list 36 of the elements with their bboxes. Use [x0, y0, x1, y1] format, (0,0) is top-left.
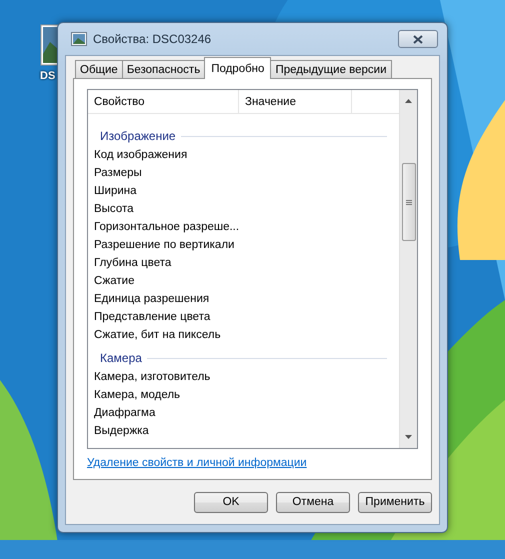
group-header[interactable]: Камера	[100, 351, 142, 365]
desktop-icon-label[interactable]: DS	[40, 70, 56, 82]
property-name[interactable]: Единица разрешения	[94, 290, 399, 308]
remove-properties-link[interactable]: Удаление свойств и личной информации	[87, 457, 307, 469]
property-name[interactable]: Размеры	[94, 164, 399, 182]
property-name[interactable]: Выдержка	[94, 422, 399, 440]
scroll-up-icon[interactable]	[405, 99, 412, 103]
property-name[interactable]: Сжатие, бит на пиксель	[94, 326, 399, 344]
close-icon	[413, 34, 423, 44]
property-name[interactable]: Высота	[94, 200, 399, 218]
property-name[interactable]: Ширина	[94, 182, 399, 200]
group-header[interactable]: Изображение	[100, 129, 176, 143]
scrollbar[interactable]	[399, 90, 417, 448]
property-name[interactable]: Сжатие	[94, 272, 399, 290]
column-header[interactable]: Значение	[239, 90, 352, 113]
property-name[interactable]: Разрешение по вертикали	[94, 236, 399, 254]
window-title: Свойства: DSC03246	[93, 32, 212, 46]
property-name[interactable]: Код изображения	[94, 146, 399, 164]
tab[interactable]: Безопасность	[122, 60, 206, 79]
image-file-icon	[71, 32, 87, 46]
property-name[interactable]: Камера, изготовитель	[94, 368, 399, 386]
scroll-down-icon[interactable]	[405, 435, 412, 439]
property-name[interactable]: Диафрагма	[94, 404, 399, 422]
dialog-button[interactable]: Отмена	[276, 492, 350, 512]
property-name[interactable]: Представление цвета	[94, 308, 399, 326]
close-button[interactable]	[398, 30, 438, 48]
tab[interactable]: Предыдущие версии	[270, 60, 392, 79]
dialog-button[interactable]: Применить	[358, 492, 432, 512]
tab[interactable]: Общие	[75, 60, 123, 79]
tab[interactable]: Подробно	[204, 57, 272, 79]
dialog-button[interactable]: OK	[194, 492, 268, 512]
column-header[interactable]: Свойство	[88, 90, 239, 113]
property-name[interactable]: Глубина цвета	[94, 254, 399, 272]
scroll-thumb[interactable]	[402, 163, 416, 241]
property-name[interactable]: Горизонтальное разреше...	[94, 218, 399, 236]
property-name[interactable]: Камера, модель	[94, 386, 399, 404]
